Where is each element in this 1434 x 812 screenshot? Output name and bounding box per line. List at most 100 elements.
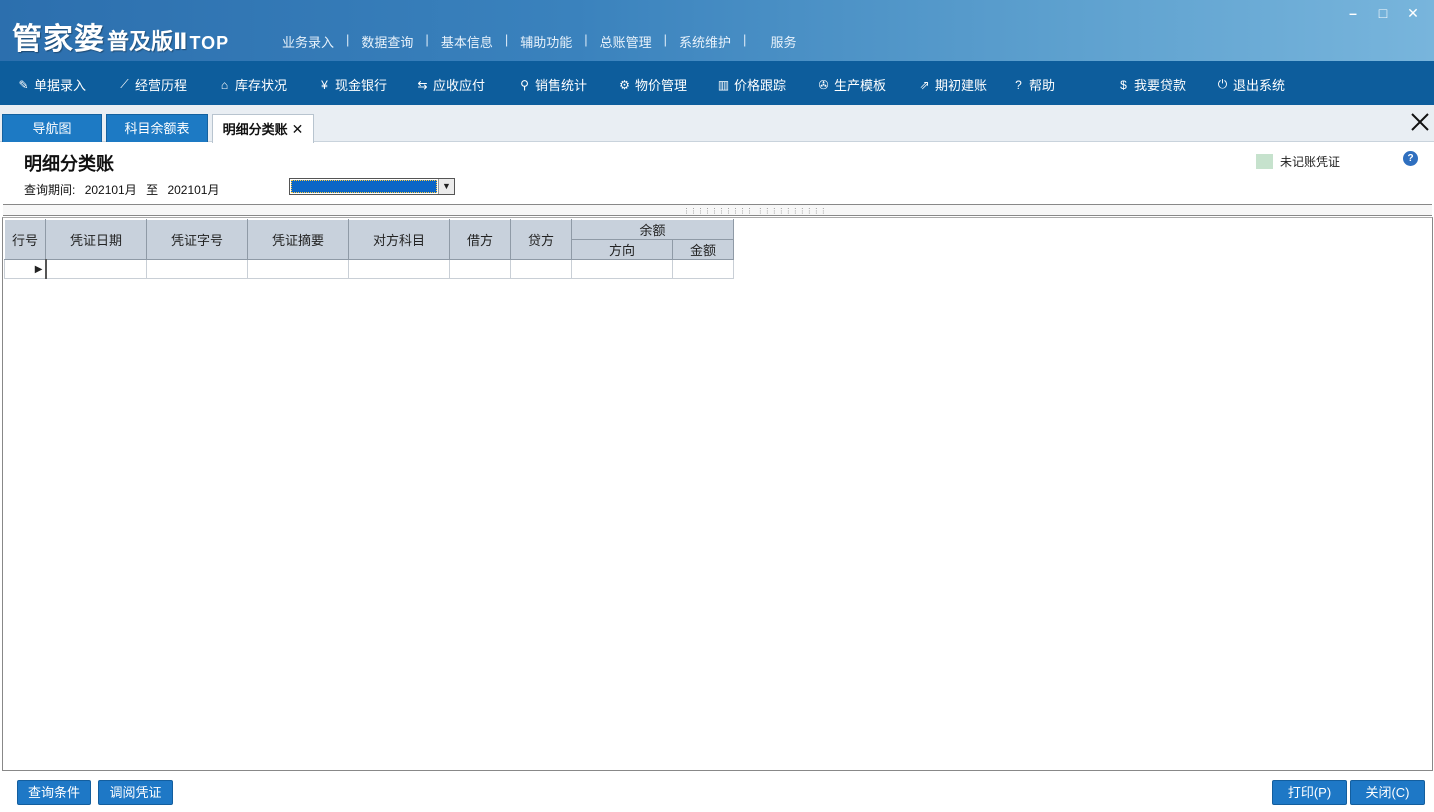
tab-label: 明细分类账	[222, 122, 288, 137]
external-link-icon: ⇗	[919, 77, 930, 92]
table-cell[interactable]	[348, 259, 450, 279]
menu-item-data-query[interactable]: 数据查询	[349, 32, 425, 51]
money-bag-icon: $	[1120, 77, 1127, 92]
bottom-bar: 查询条件 调阅凭证 打印(P) 关闭(C)	[0, 772, 1434, 812]
toolbar-label: 应收应付	[433, 78, 486, 93]
top-menu: 业务录入 | 数据查询 | 基本信息 | 辅助功能 | 总账管理 | 系统维护 | 服务	[270, 32, 808, 51]
toolbar-help[interactable]: ? 帮助	[1011, 75, 1055, 94]
tab-detail-ledger[interactable]: 明细分类账 ✕	[212, 114, 314, 143]
table-cell[interactable]	[571, 259, 673, 279]
col-counter-account[interactable]: 对方科目	[348, 219, 450, 260]
window-close-button[interactable]: ✕	[1398, 4, 1428, 22]
yen-icon: ¥	[321, 77, 328, 92]
app-logo: 管家婆 普及版Ⅱ TOP	[12, 14, 230, 57]
toolbar-label: 库存状况	[235, 78, 288, 93]
query-period: 查询期间: 202101月 至 202101月	[24, 181, 225, 198]
account-select-value	[291, 180, 437, 193]
tab-account-balance[interactable]: 科目余额表	[106, 114, 208, 142]
toolbar-label: 退出系统	[1233, 78, 1286, 93]
panel-splitter[interactable]: ⋮⋮⋮⋮⋮⋮⋮⋮⋮⋮ ⋮⋮⋮⋮⋮⋮⋮⋮⋮⋮	[3, 204, 1432, 216]
toolbar-label: 经营历程	[135, 78, 188, 93]
period-to: 202101月	[167, 183, 220, 197]
menu-item-basic-info[interactable]: 基本信息	[429, 32, 505, 51]
menu-item-service[interactable]: 服务	[758, 32, 808, 51]
window-controls: – □ ✕	[1338, 4, 1428, 22]
col-voucher-summary[interactable]: 凭证摘要	[247, 219, 349, 260]
toolbar-label: 价格跟踪	[734, 78, 787, 93]
main-toolbar: ✎ 单据录入 ⟋ 经营历程 ⌂ 库存状况 ¥ 现金银行 ⇆ 应收应付 ⚲ 销售统计 ⚙ 物价管…	[0, 61, 1434, 105]
view-voucher-button[interactable]: 调阅凭证	[98, 780, 173, 805]
menu-item-business-entry[interactable]: 业务录入	[270, 32, 346, 51]
legend-unposted: 未记账凭证	[1256, 153, 1340, 170]
toolbar-apply-loan[interactable]: $ 我要贷款	[1116, 75, 1186, 94]
col-group-balance: 余额	[571, 219, 734, 240]
toolbar-document-entry[interactable]: ✎ 单据录入	[16, 75, 86, 94]
col-balance-amount[interactable]: 金额	[672, 239, 734, 260]
logo-edition-text: 普及版Ⅱ	[107, 29, 188, 54]
table-cell[interactable]	[672, 259, 734, 279]
col-credit[interactable]: 贷方	[510, 219, 572, 260]
table-cell[interactable]	[45, 259, 147, 279]
tab-label: 科目余额表	[124, 121, 190, 136]
period-label: 查询期间:	[24, 183, 76, 197]
toolbar-cash-bank[interactable]: ¥ 现金银行	[317, 75, 387, 94]
logo-top-text: TOP	[189, 33, 230, 53]
col-voucher-number[interactable]: 凭证字号	[146, 219, 248, 260]
line-chart-icon: ⟋	[120, 77, 129, 91]
logo-main-text: 管家婆	[12, 22, 105, 57]
tab-bar: 导航图 科目余额表 明细分类账 ✕	[0, 105, 1434, 143]
table-cell[interactable]	[510, 259, 572, 279]
wrench-icon: ✇	[818, 77, 829, 92]
legend-swatch	[1256, 154, 1273, 169]
menu-item-ledger-management[interactable]: 总账管理	[588, 32, 664, 51]
toolbar-label: 生产模板	[834, 78, 887, 93]
tab-label: 导航图	[32, 121, 72, 136]
tab-navigation-map[interactable]: 导航图	[2, 114, 102, 142]
toolbar-price-tracking[interactable]: ▥ 价格跟踪	[716, 75, 786, 94]
table-row[interactable]: ▶	[4, 259, 734, 279]
ledger-grid: 行号 凭证日期 凭证字号 凭证摘要 对方科目 借方 贷方 余额 方向 金额 ▶	[2, 217, 1433, 771]
minimize-button[interactable]: –	[1338, 4, 1368, 22]
toolbar-opening-setup[interactable]: ⇗ 期初建账	[917, 75, 987, 94]
toolbar-business-history[interactable]: ⟋ 经营历程	[117, 75, 187, 94]
col-balance-direction[interactable]: 方向	[571, 239, 673, 260]
help-icon[interactable]: ?	[1403, 151, 1418, 166]
col-row-number[interactable]: 行号	[4, 219, 46, 260]
menu-item-system-maintenance[interactable]: 系统维护	[667, 32, 743, 51]
power-icon: ⏻	[1217, 77, 1228, 91]
toolbar-exit-system[interactable]: ⏻ 退出系统	[1215, 75, 1285, 94]
toolbar-label: 现金银行	[335, 78, 388, 93]
close-panel-icon[interactable]	[1408, 110, 1432, 134]
tab-close-icon[interactable]: ✕	[292, 121, 304, 137]
toolbar-production-template[interactable]: ✇ 生产模板	[816, 75, 886, 94]
col-voucher-date[interactable]: 凭证日期	[45, 219, 147, 260]
toolbar-sales-statistics[interactable]: ⚲ 销售统计	[517, 75, 587, 94]
chevron-down-icon[interactable]: ▼	[438, 179, 454, 194]
ledger-table: 行号 凭证日期 凭证字号 凭证摘要 对方科目 借方 贷方 余额 方向 金额 ▶	[4, 219, 734, 279]
document-edit-icon: ✎	[18, 77, 29, 92]
table-cell[interactable]	[449, 259, 511, 279]
toolbar-receivable-payable[interactable]: ⇆ 应收应付	[415, 75, 485, 94]
table-cell[interactable]	[146, 259, 248, 279]
print-button[interactable]: 打印(P)	[1272, 780, 1347, 805]
period-to-word: 至	[146, 183, 159, 197]
legend-label: 未记账凭证	[1280, 155, 1341, 169]
query-conditions-button[interactable]: 查询条件	[17, 780, 91, 805]
toolbar-price-management[interactable]: ⚙ 物价管理	[617, 75, 687, 94]
account-select[interactable]: ▼	[289, 178, 455, 195]
menu-item-aux-functions[interactable]: 辅助功能	[508, 32, 584, 51]
page-title: 明细分类账	[24, 154, 114, 174]
maximize-button[interactable]: □	[1368, 4, 1398, 22]
toolbar-inventory-status[interactable]: ⌂ 库存状况	[217, 75, 287, 94]
home-icon: ⌂	[220, 77, 229, 92]
splitter-grip: ⋮⋮⋮⋮⋮⋮⋮⋮⋮⋮ ⋮⋮⋮⋮⋮⋮⋮⋮⋮⋮	[683, 208, 827, 215]
close-button[interactable]: 关闭(C)	[1350, 780, 1425, 805]
search-icon: ⚲	[520, 77, 529, 92]
col-debit[interactable]: 借方	[449, 219, 511, 260]
question-icon: ?	[1015, 77, 1022, 92]
toolbar-label: 销售统计	[535, 78, 588, 93]
toolbar-label: 帮助	[1029, 78, 1056, 93]
toolbar-label: 物价管理	[635, 78, 688, 93]
table-cell[interactable]	[247, 259, 349, 279]
bar-chart-icon: ▥	[717, 77, 730, 92]
